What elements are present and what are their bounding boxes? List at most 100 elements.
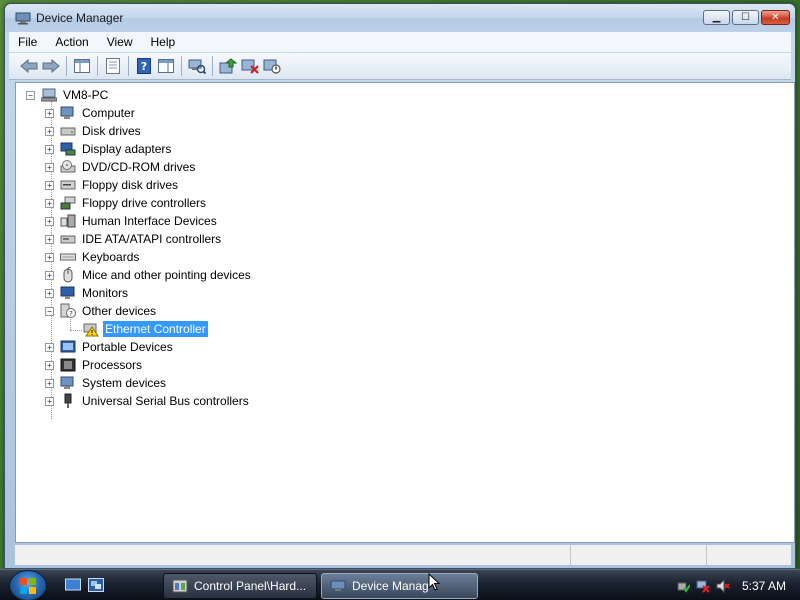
category-label: Floppy drive controllers	[82, 196, 207, 210]
status-cell	[15, 545, 571, 565]
back-icon	[20, 59, 38, 73]
show-hide-console-tree-icon	[74, 59, 90, 73]
expand-icon[interactable]: +	[45, 270, 54, 280]
start-button[interactable]	[9, 570, 47, 600]
minimize-button[interactable]: ▁	[703, 10, 730, 25]
category-label: Human Interface Devices	[82, 214, 217, 228]
monitor-icon	[60, 285, 76, 301]
tree-category[interactable]: + Mice and other pointing devices	[45, 266, 253, 284]
taskbar-button-control-panel[interactable]: Control Panel\Hard...	[163, 573, 317, 599]
taskbar: Control Panel\Hard... Device Manag 5:37 …	[0, 569, 800, 600]
expand-icon[interactable]: +	[45, 378, 54, 388]
maximize-button[interactable]: ☐	[732, 10, 759, 25]
expand-icon[interactable]: +	[45, 144, 54, 154]
tree-category[interactable]: + System devices	[45, 374, 168, 392]
category-label: Mice and other pointing devices	[82, 268, 251, 282]
tree-category[interactable]: + Computer	[45, 104, 137, 122]
unknown-device-icon: ?	[60, 303, 76, 319]
ide-controller-icon	[60, 231, 76, 247]
tree-category[interactable]: − ? Other devices	[45, 302, 158, 320]
switch-windows-icon[interactable]	[88, 578, 104, 592]
status-cell	[707, 545, 787, 565]
processor-icon	[60, 357, 76, 373]
disk-drive-icon	[60, 123, 76, 139]
computer-icon	[60, 105, 76, 121]
title-bar[interactable]: Device Manager ▁ ☐ ✕	[5, 4, 795, 32]
taskbar-button-device-manager[interactable]: Device Manag	[321, 573, 478, 599]
tree-category[interactable]: + Processors	[45, 356, 144, 374]
close-button[interactable]: ✕	[761, 10, 790, 25]
toolbar-separator	[212, 56, 213, 76]
notification-area: 5:37 AM	[676, 570, 800, 600]
menu-action[interactable]: Action	[46, 35, 97, 49]
expand-icon[interactable]: +	[45, 180, 54, 190]
tree-category[interactable]: + Floppy disk drives	[45, 176, 180, 194]
tree-category[interactable]: + Monitors	[45, 284, 130, 302]
expand-icon[interactable]: +	[45, 288, 54, 298]
close-icon: ✕	[771, 12, 780, 23]
expand-icon[interactable]: +	[45, 252, 54, 262]
collapse-icon[interactable]: −	[26, 90, 35, 100]
category-label: Display adapters	[82, 142, 172, 156]
svg-text:?: ?	[141, 60, 147, 73]
tree-root[interactable]: − VM8-PC	[26, 86, 110, 104]
menu-view[interactable]: View	[98, 35, 142, 49]
category-label: System devices	[82, 376, 167, 390]
disable-icon	[263, 59, 281, 74]
tree-category[interactable]: + DVD/CD-ROM drives	[45, 158, 197, 176]
tree-category[interactable]: + Disk drives	[45, 122, 143, 140]
clock[interactable]: 5:37 AM	[742, 579, 786, 593]
tree-category[interactable]: + Human Interface Devices	[45, 212, 219, 230]
expand-icon[interactable]: +	[45, 342, 54, 352]
forward-icon	[42, 59, 60, 73]
forward-button[interactable]	[40, 55, 62, 77]
back-button[interactable]	[18, 55, 40, 77]
expand-icon[interactable]: +	[45, 234, 54, 244]
expand-icon[interactable]: +	[45, 108, 54, 118]
category-label: Universal Serial Bus controllers	[82, 394, 249, 408]
help-button[interactable]: ?	[133, 55, 155, 77]
tree-device[interactable]: Ethernet Controller	[64, 320, 208, 338]
svg-text:?: ?	[69, 310, 73, 318]
expand-icon[interactable]: +	[45, 198, 54, 208]
tree-category[interactable]: + Universal Serial Bus controllers	[45, 392, 251, 410]
show-desktop-icon[interactable]	[65, 578, 81, 592]
tree-category[interactable]: + Portable Devices	[45, 338, 175, 356]
tree-category[interactable]: + IDE ATA/ATAPI controllers	[45, 230, 223, 248]
properties-icon	[106, 58, 120, 74]
uninstall-button[interactable]	[239, 55, 261, 77]
menu-help[interactable]: Help	[142, 35, 185, 49]
status-cell	[571, 545, 707, 565]
tree-category[interactable]: + Floppy drive controllers	[45, 194, 208, 212]
expand-icon[interactable]: +	[45, 216, 54, 226]
tree-category[interactable]: + Display adapters	[45, 140, 173, 158]
volume-muted-icon[interactable]	[716, 578, 730, 593]
usb-icon	[60, 393, 76, 409]
category-label: IDE ATA/ATAPI controllers	[82, 232, 222, 246]
expand-icon[interactable]: +	[45, 162, 54, 172]
update-driver-icon	[219, 58, 237, 74]
show-hide-console-tree-button[interactable]	[71, 55, 93, 77]
expand-icon[interactable]: +	[45, 396, 54, 406]
safely-remove-hardware-icon[interactable]	[676, 579, 690, 593]
toolbar-separator	[181, 56, 182, 76]
windows-logo-icon	[20, 577, 36, 594]
expand-icon[interactable]: +	[45, 126, 54, 136]
portable-device-icon	[60, 339, 76, 355]
network-disconnected-icon[interactable]	[696, 579, 710, 593]
update-driver-button[interactable]	[217, 55, 239, 77]
show-hide-action-pane-button[interactable]	[155, 55, 177, 77]
scan-hardware-button[interactable]	[186, 55, 208, 77]
dvd-drive-icon	[60, 159, 76, 175]
device-manager-icon	[15, 11, 31, 25]
device-tree[interactable]: − VM8-PC + Computer + Disk drives + Disp…	[15, 82, 795, 543]
menu-file[interactable]: File	[9, 35, 46, 49]
expand-icon[interactable]: +	[45, 360, 54, 370]
collapse-icon[interactable]: −	[45, 306, 54, 316]
toolbar-separator	[128, 56, 129, 76]
help-icon: ?	[137, 58, 151, 74]
disable-button[interactable]	[261, 55, 283, 77]
properties-button[interactable]	[102, 55, 124, 77]
tree-category[interactable]: + Keyboards	[45, 248, 141, 266]
floppy-controller-icon	[60, 195, 76, 211]
